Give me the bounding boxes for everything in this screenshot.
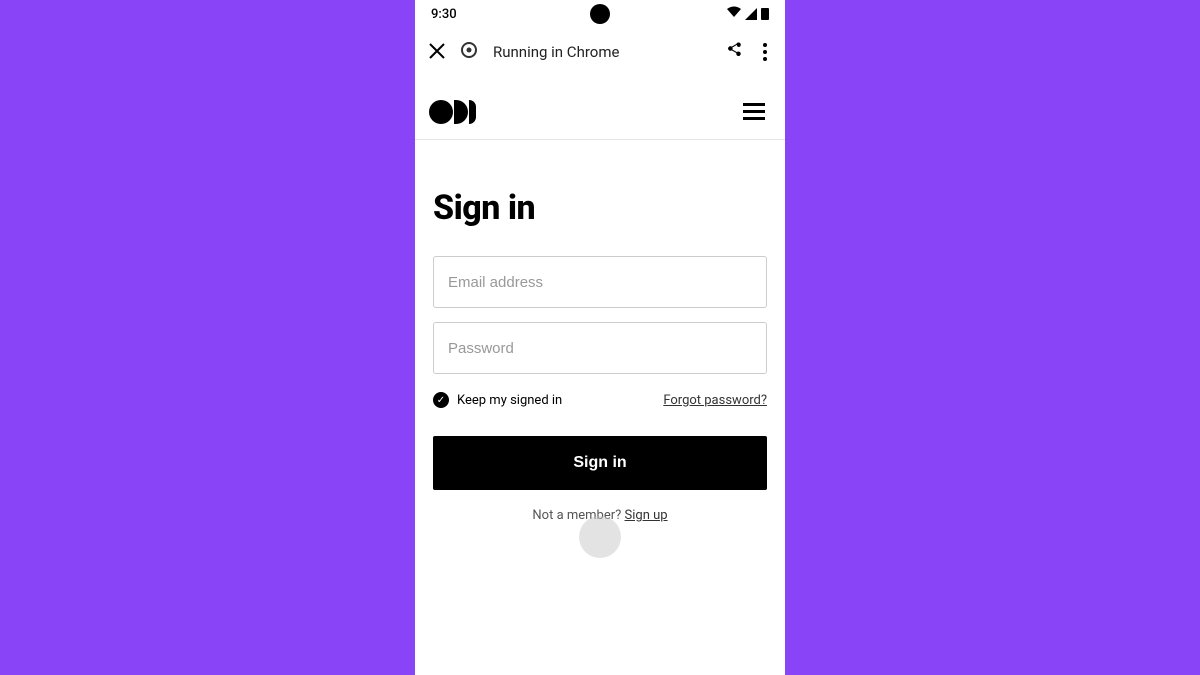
share-icon[interactable] <box>725 41 743 63</box>
email-field[interactable] <box>433 256 767 308</box>
app-header <box>415 84 785 140</box>
brand-logo[interactable] <box>429 100 476 124</box>
wifi-icon <box>727 6 741 22</box>
chrome-custom-tab-bar: Running in Chrome <box>415 28 785 76</box>
password-field[interactable] <box>433 322 767 374</box>
signup-link[interactable]: Sign up <box>625 508 668 523</box>
more-options-icon[interactable] <box>759 39 771 65</box>
camera-notch <box>590 4 610 24</box>
chrome-icon <box>461 42 477 62</box>
page-title: Sign in <box>433 188 767 228</box>
status-bar: 9:30 <box>415 0 785 28</box>
signin-button[interactable]: Sign in <box>433 436 767 490</box>
check-icon: ✓ <box>433 392 449 408</box>
chrome-tab-title: Running in Chrome <box>493 43 709 61</box>
battery-icon <box>761 8 769 20</box>
signup-prompt: Not a member? Sign up <box>433 508 767 523</box>
not-member-text: Not a member? <box>532 508 624 523</box>
keep-signed-in-label: Keep my signed in <box>457 393 562 408</box>
forgot-password-link[interactable]: Forgot password? <box>663 393 767 408</box>
phone-frame: 9:30 Running in Chrome Sign i <box>415 0 785 675</box>
status-icons <box>727 6 769 22</box>
close-icon[interactable] <box>429 42 445 62</box>
signal-icon <box>745 8 757 20</box>
hamburger-menu-icon[interactable] <box>737 97 771 126</box>
keep-signed-in-checkbox[interactable]: ✓ Keep my signed in <box>433 392 562 408</box>
status-time: 9:30 <box>431 7 457 22</box>
signin-form: Sign in ✓ Keep my signed in Forgot passw… <box>415 140 785 523</box>
